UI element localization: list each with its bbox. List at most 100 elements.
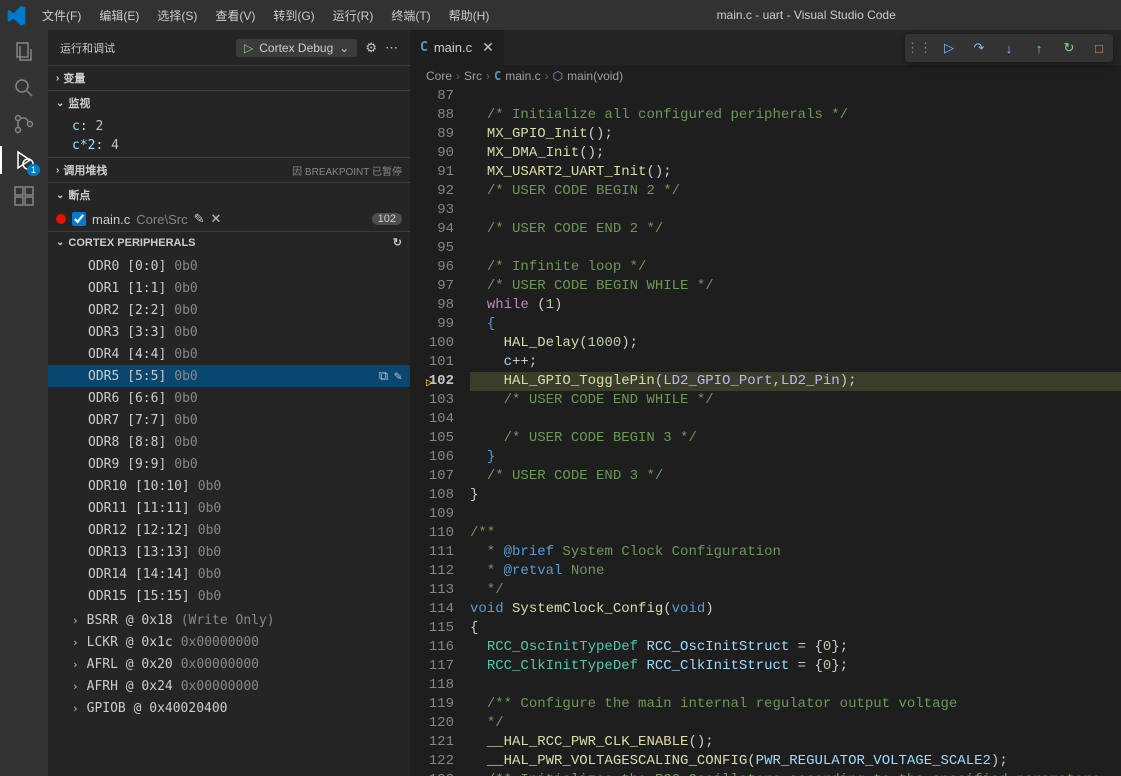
code-line[interactable]: /** Configure the main internal regulato… — [470, 695, 1121, 714]
section-peripherals[interactable]: ⌄ CORTEX PERIPHERALS ↻ — [48, 232, 410, 253]
refresh-icon[interactable]: ↻ — [393, 236, 402, 249]
register-row[interactable]: ODR0 [0:0]0b0 — [48, 255, 410, 277]
tree-row[interactable]: ›BSRR @ 0x18(Write Only) — [48, 609, 410, 631]
register-row[interactable]: ODR12 [12:12]0b0 — [48, 519, 410, 541]
tree-row[interactable]: ›LCKR @ 0x1c0x00000000 — [48, 631, 410, 653]
edit-icon[interactable]: ✎ — [394, 369, 402, 384]
menu-item[interactable]: 运行(R) — [325, 3, 382, 28]
code-line[interactable]: HAL_Delay(1000); — [470, 334, 1121, 353]
code-line[interactable]: } — [470, 448, 1121, 467]
step-into-icon[interactable]: ↓ — [999, 38, 1019, 58]
tab-main-c[interactable]: C main.c ✕ — [410, 30, 505, 65]
code-line[interactable]: /* USER CODE END 2 */ — [470, 220, 1121, 239]
code-line[interactable]: * @retval None — [470, 562, 1121, 581]
breadcrumb[interactable]: Core › Src › C main.c › ⬡ main(void) — [410, 65, 1121, 87]
code-line[interactable]: RCC_OscInitTypeDef RCC_OscInitStruct = {… — [470, 638, 1121, 657]
code-line[interactable]: HAL_GPIO_TogglePin(LD2_GPIO_Port,LD2_Pin… — [470, 372, 1121, 391]
step-over-icon[interactable]: ↷ — [969, 38, 989, 58]
code-line[interactable]: * @brief System Clock Configuration — [470, 543, 1121, 562]
section-breakpoints[interactable]: ⌄ 断点 — [48, 183, 410, 207]
code-line[interactable] — [470, 239, 1121, 258]
copy-icon[interactable]: ⧉ — [379, 369, 388, 384]
restart-icon[interactable]: ↻ — [1059, 38, 1079, 58]
code-line[interactable]: /* Infinite loop */ — [470, 258, 1121, 277]
code-line[interactable]: /* Initialize all configured peripherals… — [470, 106, 1121, 125]
edit-icon[interactable]: ✎ — [194, 211, 205, 227]
code-line[interactable] — [470, 505, 1121, 524]
code-line[interactable]: */ — [470, 581, 1121, 600]
menu-item[interactable]: 编辑(E) — [91, 3, 147, 28]
register-row[interactable]: ODR15 [15:15]0b0 — [48, 585, 410, 607]
breadcrumb-item[interactable]: main(void) — [567, 69, 623, 83]
code-line[interactable] — [470, 410, 1121, 429]
watch-item[interactable]: c: 2 — [48, 117, 410, 136]
register-row[interactable]: ODR8 [8:8]0b0 — [48, 431, 410, 453]
code-line[interactable]: */ — [470, 714, 1121, 733]
extensions-icon[interactable] — [10, 182, 38, 210]
register-row[interactable]: ODR11 [11:11]0b0 — [48, 497, 410, 519]
code-line[interactable]: MX_DMA_Init(); — [470, 144, 1121, 163]
register-row[interactable]: ODR9 [9:9]0b0 — [48, 453, 410, 475]
code-line[interactable]: /* USER CODE BEGIN 3 */ — [470, 429, 1121, 448]
code-line[interactable] — [470, 201, 1121, 220]
code-line[interactable] — [470, 87, 1121, 106]
code-line[interactable]: void SystemClock_Config(void) — [470, 600, 1121, 619]
code-editor[interactable]: 8788899091929394959697989910010110210310… — [410, 87, 1121, 776]
breakpoint-checkbox[interactable] — [72, 212, 86, 226]
tree-row[interactable]: ›AFRH @ 0x240x00000000 — [48, 675, 410, 697]
code-line[interactable]: } — [470, 486, 1121, 505]
gear-icon[interactable]: ⚙ — [365, 40, 377, 56]
menu-item[interactable]: 选择(S) — [149, 3, 205, 28]
run-debug-icon[interactable]: 1 — [10, 146, 38, 174]
register-row[interactable]: ODR14 [14:14]0b0 — [48, 563, 410, 585]
watch-item[interactable]: c*2: 4 — [48, 136, 410, 155]
register-row[interactable]: ODR4 [4:4]0b0 — [48, 343, 410, 365]
code-line[interactable]: /* USER CODE BEGIN WHILE */ — [470, 277, 1121, 296]
menu-item[interactable]: 查看(V) — [207, 3, 263, 28]
menu-item[interactable]: 终端(T) — [383, 3, 438, 28]
register-row[interactable]: ODR3 [3:3]0b0 — [48, 321, 410, 343]
code-line[interactable]: __HAL_RCC_PWR_CLK_ENABLE(); — [470, 733, 1121, 752]
code-line[interactable]: /* USER CODE END 3 */ — [470, 467, 1121, 486]
breadcrumb-item[interactable]: Src — [464, 69, 482, 83]
code-line[interactable]: RCC_ClkInitTypeDef RCC_ClkInitStruct = {… — [470, 657, 1121, 676]
register-row[interactable]: ODR13 [13:13]0b0 — [48, 541, 410, 563]
code-line[interactable]: c++; — [470, 353, 1121, 372]
section-variables[interactable]: › 变量 — [48, 66, 410, 90]
section-callstack[interactable]: › 调用堆栈 因 BREAKPOINT 已暂停 — [48, 158, 410, 182]
explorer-icon[interactable] — [10, 38, 38, 66]
code-line[interactable]: __HAL_PWR_VOLTAGESCALING_CONFIG(PWR_REGU… — [470, 752, 1121, 771]
continue-icon[interactable]: ▷ — [939, 38, 959, 58]
source-control-icon[interactable] — [10, 110, 38, 138]
breakpoint-row[interactable]: main.c Core\Src ✎ ✕ 102 — [48, 209, 410, 229]
code-line[interactable] — [470, 676, 1121, 695]
code-line[interactable]: { — [470, 619, 1121, 638]
code-line[interactable]: /* USER CODE BEGIN 2 */ — [470, 182, 1121, 201]
code-line[interactable]: MX_GPIO_Init(); — [470, 125, 1121, 144]
register-row[interactable]: ODR2 [2:2]0b0 — [48, 299, 410, 321]
register-row[interactable]: ODR7 [7:7]0b0 — [48, 409, 410, 431]
tree-row[interactable]: ›GPIOB @ 0x40020400 — [48, 697, 410, 719]
code-line[interactable]: while (1) — [470, 296, 1121, 315]
menu-item[interactable]: 文件(F) — [34, 3, 89, 28]
close-icon[interactable]: ✕ — [211, 211, 222, 227]
breadcrumb-item[interactable]: Core — [426, 69, 452, 83]
tree-row[interactable]: ›AFRL @ 0x200x00000000 — [48, 653, 410, 675]
register-row[interactable]: ODR5 [5:5]0b0⧉✎ — [48, 365, 410, 387]
drag-handle-icon[interactable]: ⋮⋮ — [909, 38, 929, 58]
code-line[interactable]: /** Initializes the RCC Oscillators acco… — [470, 771, 1121, 776]
close-icon[interactable]: ✕ — [482, 39, 494, 56]
menu-item[interactable]: 转到(G) — [265, 3, 322, 28]
section-watch[interactable]: ⌄ 监视 — [48, 91, 410, 115]
code-line[interactable]: MX_USART2_UART_Init(); — [470, 163, 1121, 182]
code-line[interactable]: /* USER CODE END WHILE */ — [470, 391, 1121, 410]
register-row[interactable]: ODR6 [6:6]0b0 — [48, 387, 410, 409]
code-line[interactable]: /** — [470, 524, 1121, 543]
register-row[interactable]: ODR10 [10:10]0b0 — [48, 475, 410, 497]
search-icon[interactable] — [10, 74, 38, 102]
step-out-icon[interactable]: ↑ — [1029, 38, 1049, 58]
more-icon[interactable]: ⋯ — [385, 40, 398, 56]
menu-item[interactable]: 帮助(H) — [441, 3, 498, 28]
debug-config-selector[interactable]: ▷ Cortex Debug ⌄ — [236, 39, 357, 57]
register-row[interactable]: ODR1 [1:1]0b0 — [48, 277, 410, 299]
